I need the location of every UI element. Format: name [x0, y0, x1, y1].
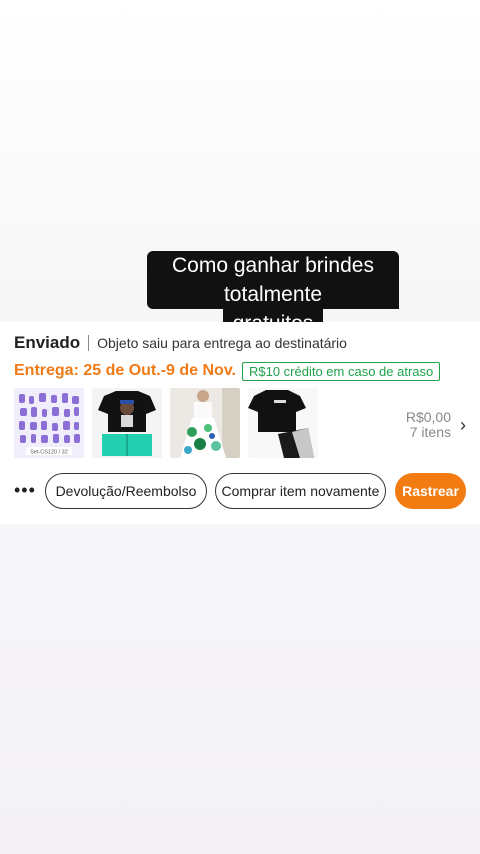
product-thumbnail-floral-skirt[interactable]	[170, 388, 240, 458]
status-row: Enviado Objeto saiu para entrega ao dest…	[14, 332, 347, 354]
order-actions: ••• Devolução/Reembolso Comprar item nov…	[0, 472, 480, 512]
order-status-detail: Objeto saiu para entrega ao destinatário	[97, 335, 347, 351]
product-thumbnails[interactable]: Set-CS120 / 32	[14, 388, 318, 458]
order-total: R$0,00 7 itens	[406, 410, 451, 440]
late-credit-badge[interactable]: R$10 crédito em caso de atraso	[241, 361, 441, 381]
story-caption: Como ganhar brindes totalmente gratuitos	[147, 251, 399, 338]
buy-again-button[interactable]: Comprar item novamente	[215, 473, 386, 509]
order-total-price: R$0,00	[405, 409, 451, 425]
order-status: Enviado	[14, 333, 81, 352]
product-thumbnail-bear-tshirt[interactable]	[92, 388, 162, 458]
order-item-count: 7 itens	[409, 424, 451, 440]
delivery-row: Entrega: 25 de Out.-9 de Nov. R$10 crédi…	[14, 360, 441, 382]
chevron-right-icon[interactable]: ›	[460, 416, 466, 434]
sticker-set-caption: Set-CS120 / 32	[30, 450, 68, 456]
product-thumbnail-tshirt-set[interactable]	[248, 388, 318, 458]
product-thumbnail-nail-stickers[interactable]: Set-CS120 / 32	[14, 388, 84, 458]
more-options-icon[interactable]: •••	[14, 480, 36, 501]
track-button[interactable]: Rastrear	[395, 473, 466, 509]
return-refund-button[interactable]: Devolução/Reembolso	[45, 473, 207, 509]
delivery-estimate: Entrega: 25 de Out.-9 de Nov.	[14, 362, 236, 379]
order-card[interactable]: Enviado Objeto saiu para entrega ao dest…	[0, 322, 480, 524]
caption-line-1: Como ganhar brindes totalmente	[147, 251, 399, 309]
status-divider	[88, 335, 90, 351]
background-bottom	[0, 524, 480, 854]
